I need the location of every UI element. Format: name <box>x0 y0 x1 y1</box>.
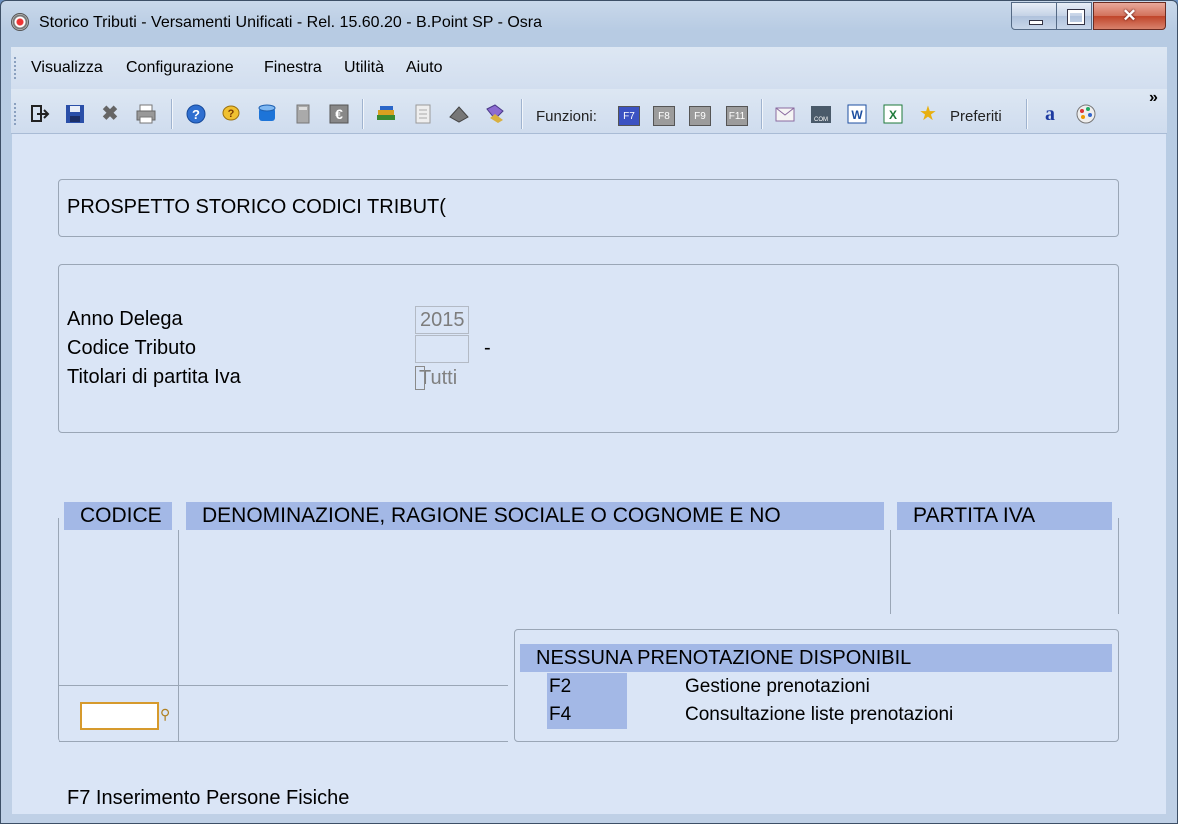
menu-configurazione[interactable]: Configurazione <box>126 59 234 77</box>
maximize-button[interactable] <box>1056 2 1092 30</box>
prenotazioni-panel: NESSUNA PRENOTAZIONE DISPONIBIL F2 Gesti… <box>514 629 1119 742</box>
delete-icon[interactable]: ✖ <box>99 103 121 125</box>
menu-visualizza[interactable]: Visualizza <box>31 59 103 77</box>
menu-aiuto[interactable]: Aiuto <box>406 59 442 77</box>
column-header-denominazione[interactable]: DENOMINAZIONE, RAGIONE SOCIALE O COGNOME… <box>186 502 884 530</box>
title-bar[interactable]: Storico Tributi - Versamenti Unificati -… <box>1 1 1177 45</box>
exit-icon[interactable] <box>29 103 51 125</box>
palette-icon[interactable] <box>1075 103 1097 125</box>
minimize-icon <box>1029 20 1043 25</box>
column-divider <box>890 530 891 614</box>
header-panel: PROSPETTO STORICO CODICI TRIBUT( <box>58 179 1119 237</box>
column-header-codice[interactable]: CODICE <box>64 502 172 530</box>
f11-button[interactable]: F11 <box>726 106 748 126</box>
svg-text:?: ? <box>192 107 200 122</box>
calculator-icon[interactable] <box>292 103 314 125</box>
lookup-key-icon[interactable]: ⚲ <box>160 706 170 723</box>
titolari-label: Titolari di partita Iva <box>67 366 241 388</box>
prenotazioni-title: NESSUNA PRENOTAZIONE DISPONIBIL <box>520 644 1112 672</box>
toolbar-grip[interactable] <box>14 103 16 125</box>
anno-delega-field[interactable]: 2015 <box>415 306 469 334</box>
footer-hint: F7 Inserimento Persone Fisiche <box>67 787 350 809</box>
svg-text:?: ? <box>228 108 235 120</box>
menu-finestra[interactable]: Finestra <box>264 59 322 77</box>
star-icon[interactable]: ★ <box>917 103 939 125</box>
maximize-icon <box>1067 9 1085 25</box>
app-window: Storico Tributi - Versamenti Unificati -… <box>0 0 1178 824</box>
tips-icon[interactable]: ? <box>220 103 242 125</box>
print-icon[interactable] <box>135 103 157 125</box>
svg-text:COM: COM <box>814 117 828 123</box>
toolbar: ✖ ? ? € Funzioni: F7 F8 F9 F11 COM W X ★… <box>11 89 1167 134</box>
menu-grip[interactable] <box>14 57 16 79</box>
toolbar-separator <box>171 99 173 129</box>
database-icon[interactable] <box>256 103 278 125</box>
f7-button[interactable]: F7 <box>618 106 640 126</box>
main-content: PROSPETTO STORICO CODICI TRIBUT( Anno De… <box>12 134 1166 814</box>
minimize-button[interactable] <box>1011 2 1057 30</box>
toolbar-separator <box>761 99 763 129</box>
font-icon[interactable]: a <box>1039 103 1061 125</box>
toolbar-overflow-button[interactable]: » <box>1149 89 1158 107</box>
preferiti-button[interactable]: Preferiti <box>950 108 1002 125</box>
svg-text:W: W <box>851 108 863 122</box>
titolari-cursor <box>415 366 425 390</box>
prenotazioni-label-f4[interactable]: Consultazione liste prenotazioni <box>685 704 953 726</box>
filter-panel: Anno Delega 2015 Codice Tributo - Titola… <box>58 264 1119 433</box>
window-title: Storico Tributi - Versamenti Unificati -… <box>39 14 543 31</box>
app-icon[interactable] <box>11 13 29 31</box>
com-icon[interactable]: COM <box>810 103 832 125</box>
page-title: PROSPETTO STORICO CODICI TRIBUT( <box>67 196 446 218</box>
prenotazioni-key-f4[interactable]: F4 <box>547 701 627 729</box>
help-icon[interactable]: ? <box>185 103 207 125</box>
excel-icon[interactable]: X <box>882 103 904 125</box>
toolbar-separator <box>521 99 523 129</box>
codice-tributo-field[interactable] <box>415 335 469 363</box>
column-header-partita-iva[interactable]: PARTITA IVA <box>897 502 1112 530</box>
prenotazioni-label-f2[interactable]: Gestione prenotazioni <box>685 676 870 698</box>
archive-icon[interactable] <box>484 103 506 125</box>
mail-icon[interactable] <box>774 103 796 125</box>
codice-tributo-label: Codice Tributo <box>67 337 196 359</box>
close-icon: ✕ <box>1122 6 1137 25</box>
panel-right-border <box>1118 518 1119 614</box>
svg-text:X: X <box>889 108 897 122</box>
menu-utilita[interactable]: Utilità <box>344 59 384 77</box>
word-icon[interactable]: W <box>846 103 868 125</box>
svg-text:€: € <box>335 106 343 122</box>
close-button[interactable]: ✕ <box>1093 2 1166 30</box>
euro-icon[interactable]: € <box>328 103 350 125</box>
book-icon[interactable] <box>448 103 470 125</box>
toolbar-separator <box>362 99 364 129</box>
toolbar-separator <box>1026 99 1028 129</box>
save-icon[interactable] <box>64 103 86 125</box>
column-divider <box>178 530 179 741</box>
codice-search-input[interactable] <box>80 702 159 730</box>
input-row-divider <box>59 685 508 686</box>
document-icon[interactable] <box>412 103 434 125</box>
f8-button[interactable]: F8 <box>653 106 675 126</box>
prenotazioni-key-f2[interactable]: F2 <box>547 673 627 701</box>
panel-bottom-border <box>59 741 508 742</box>
funzioni-label: Funzioni: <box>536 108 597 125</box>
anno-delega-label: Anno Delega <box>67 308 183 330</box>
menu-bar: Visualizza Configurazione Finestra Utili… <box>11 47 1167 89</box>
f9-button[interactable]: F9 <box>689 106 711 126</box>
codice-tributo-separator: - <box>484 337 491 359</box>
books-icon[interactable] <box>375 103 397 125</box>
